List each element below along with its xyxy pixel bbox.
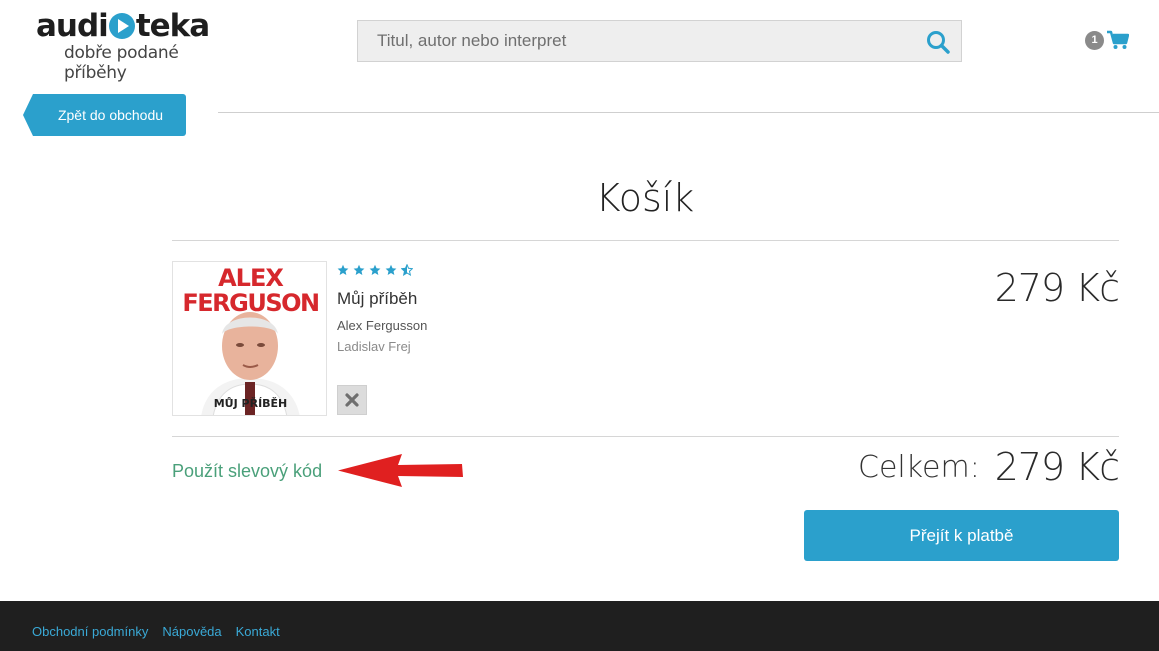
cover-title-line2: FERGUSON	[182, 289, 320, 317]
header-divider	[218, 112, 1159, 113]
star-full-icon	[353, 264, 365, 275]
item-narrator: Ladislav Frej	[337, 339, 411, 354]
search-input[interactable]	[358, 21, 918, 61]
checkout-button[interactable]: Přejít k platbě	[804, 510, 1119, 561]
cart-top-divider	[172, 240, 1119, 241]
cover-title-line1: ALEX	[218, 264, 284, 292]
discount-code-link[interactable]: Použít slevový kód	[172, 461, 322, 482]
back-to-shop-button[interactable]: Zpět do obchodu	[23, 94, 186, 136]
cart-bottom-divider	[172, 436, 1119, 437]
cart-count-badge: 1	[1085, 30, 1104, 50]
footer-links: Obchodní podmínky Nápověda Kontakt	[32, 624, 280, 639]
star-full-icon	[369, 264, 381, 275]
page-title: Košík	[595, 176, 695, 220]
logo-text-right: teka	[135, 8, 210, 44]
rating-stars	[337, 264, 413, 276]
close-icon	[345, 393, 359, 407]
footer-link-contact[interactable]: Kontakt	[236, 624, 280, 639]
star-full-icon	[337, 264, 349, 275]
star-full-icon	[385, 264, 397, 275]
audioteka-logo[interactable]: audi teka dobře podané příběhy	[36, 10, 246, 83]
logo-wordmark: audi teka	[36, 10, 246, 42]
search-icon[interactable]	[925, 29, 951, 55]
remove-item-button[interactable]	[337, 385, 367, 415]
cart-icon[interactable]	[1107, 30, 1129, 50]
item-author: Alex Fergusson	[337, 318, 428, 333]
logo-tagline: dobře podané příběhy	[64, 43, 179, 83]
star-half-icon	[401, 264, 413, 276]
footer-link-help[interactable]: Nápověda	[162, 624, 221, 639]
cart-widget[interactable]: 1	[1085, 30, 1129, 50]
footer-link-terms[interactable]: Obchodní podmínky	[32, 624, 148, 639]
total-value: 279 Kč	[994, 445, 1120, 489]
play-icon	[108, 13, 135, 39]
footer: Obchodní podmínky Nápověda Kontakt	[0, 601, 1159, 651]
red-arrow-annotation	[338, 454, 463, 487]
cover-subtitle: MŮJ PŘÍBĚH	[213, 397, 288, 410]
total-label: Celkem:	[858, 450, 980, 485]
audiobook-cover[interactable]: ALEX FERGUSON MŮJ PŘÍBĚH	[172, 261, 327, 416]
logo-text-left: audi	[36, 8, 109, 44]
item-title[interactable]: Můj příběh	[337, 289, 417, 309]
item-price: 279 Kč	[994, 266, 1120, 310]
search-bar	[357, 20, 962, 62]
